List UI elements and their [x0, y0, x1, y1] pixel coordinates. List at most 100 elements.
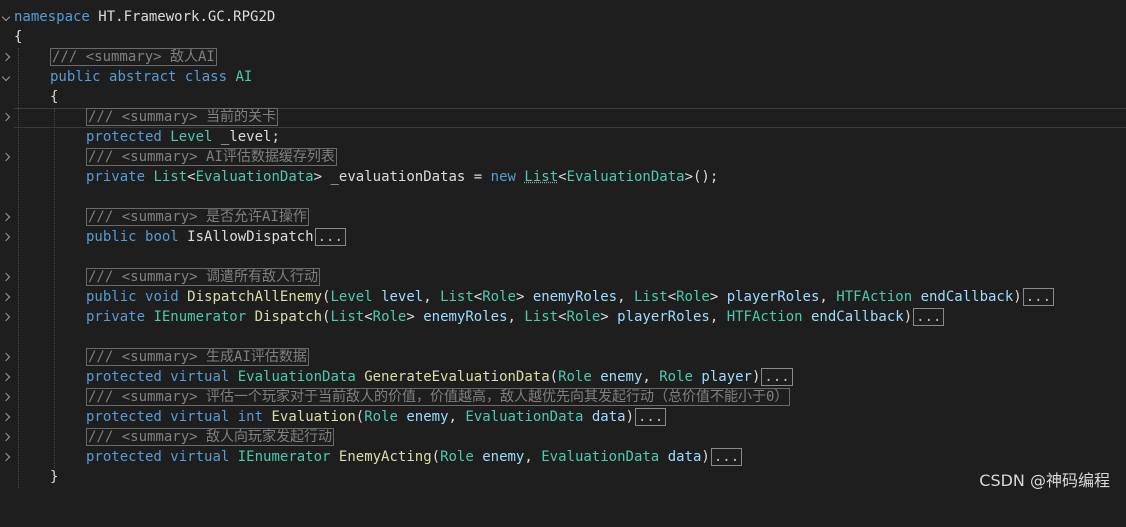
collapsed-block-button[interactable]: ... — [1022, 288, 1055, 306]
punct: > — [313, 169, 323, 185]
keyword: virtual — [170, 409, 230, 425]
fold-expand-icon[interactable] — [0, 267, 12, 287]
type-name: EvaluationData — [195, 169, 314, 185]
method-name: DispatchAllEnemy — [187, 289, 323, 305]
code-line: /// <summary> 评估一个玩家对于当前敌人的价值，价值越高，敌人越优先… — [0, 387, 1126, 407]
fold-expand-icon[interactable] — [0, 207, 12, 227]
type-name: Role — [440, 449, 474, 465]
parameter: enemyRoles — [532, 289, 618, 305]
collapsed-doc-comment[interactable]: /// <summary> 当前的关卡 — [86, 108, 279, 126]
field-name: _evaluationDatas — [330, 169, 466, 185]
keyword: int — [237, 409, 264, 425]
keyword: private — [86, 309, 146, 325]
type-name: Role — [482, 289, 516, 305]
parameter: enemy — [600, 369, 643, 385]
type-name: Level — [330, 289, 373, 305]
type-name: HTFAction — [836, 289, 913, 305]
collapsed-doc-comment[interactable]: /// <summary> 评估一个玩家对于当前敌人的价值，价值越高，敌人越优先… — [86, 388, 791, 406]
code-line: { — [0, 87, 1126, 107]
collapsed-block-button[interactable]: ... — [314, 228, 346, 246]
fold-expand-icon[interactable] — [0, 447, 12, 467]
parameter: playerRoles — [617, 309, 710, 325]
code-line: /// <summary> 敌人AI — [0, 47, 1126, 67]
code-line: public bool IsAllowDispatch... — [0, 227, 1126, 247]
fold-collapse-icon[interactable] — [0, 7, 12, 27]
type-name: List — [330, 309, 365, 325]
code-editor[interactable]: namespace HT.Framework.GC.RPG2D { /// <s… — [0, 0, 1126, 499]
code-line: namespace HT.Framework.GC.RPG2D — [0, 7, 1126, 27]
class-name: AI — [235, 69, 253, 85]
type-name: Role — [372, 309, 407, 325]
code-line: public abstract class AI — [0, 67, 1126, 87]
code-line: public void DispatchAllEnemy(Level level… — [0, 287, 1126, 307]
parameter: data — [591, 409, 626, 425]
fold-expand-icon[interactable] — [0, 387, 12, 407]
method-name: Evaluation — [271, 409, 356, 425]
fold-expand-icon[interactable] — [0, 427, 12, 447]
fold-expand-icon[interactable] — [0, 347, 12, 367]
type-name: HTFAction — [726, 309, 803, 325]
keyword: bool — [145, 229, 179, 245]
keyword: protected — [86, 409, 162, 425]
code-line: /// <summary> AI评估数据缓存列表 — [0, 147, 1126, 167]
code-line: /// <summary> 生成AI评估数据 — [0, 347, 1126, 367]
type-name: List — [633, 289, 668, 305]
collapsed-block-button[interactable]: ... — [710, 448, 743, 466]
keyword: class — [184, 69, 228, 85]
type-name: Role — [558, 369, 592, 385]
fold-collapse-icon[interactable] — [0, 67, 12, 87]
type-name: Role — [659, 369, 693, 385]
brace: } — [50, 469, 59, 485]
type-name: Role — [676, 289, 710, 305]
type-name: IEnumerator — [153, 309, 247, 325]
punct: < — [558, 169, 567, 185]
fold-expand-icon[interactable] — [0, 307, 12, 327]
code-line: protected virtual EvaluationData Generat… — [0, 367, 1126, 387]
keyword: abstract — [109, 69, 177, 85]
code-line: private List< EvaluationData> _evaluation… — [0, 167, 1126, 187]
keyword: virtual — [170, 369, 230, 385]
collapsed-block-button[interactable]: ... — [761, 368, 793, 386]
fold-expand-icon[interactable] — [0, 407, 12, 427]
type-name: List — [524, 169, 559, 185]
code-line: /// <summary> 敌人向玩家发起行动 — [0, 427, 1126, 447]
type-name: EvaluationData — [465, 409, 584, 425]
keyword: public — [50, 69, 101, 85]
code-line: /// <summary> 当前的关卡 — [0, 107, 1126, 127]
fold-expand-icon[interactable] — [0, 147, 12, 167]
keyword: private — [86, 169, 146, 185]
code-line: /// <summary> 调遣所有敌人行动 — [0, 267, 1126, 287]
keyword: public — [86, 229, 137, 245]
fold-expand-icon[interactable] — [0, 47, 12, 67]
collapsed-block-button[interactable]: ... — [635, 408, 667, 426]
collapsed-doc-comment[interactable]: /// <summary> 生成AI评估数据 — [86, 348, 309, 366]
keyword: protected — [86, 129, 162, 145]
parameter: enemy — [482, 449, 525, 465]
collapsed-doc-comment[interactable]: /// <summary> 调遣所有敌人行动 — [86, 268, 321, 286]
type-name: List — [524, 309, 559, 325]
fold-expand-icon[interactable] — [0, 287, 12, 307]
fold-expand-icon[interactable] — [0, 227, 12, 247]
keyword: virtual — [170, 449, 230, 465]
type-name: Role — [566, 309, 601, 325]
collapsed-doc-comment[interactable]: /// <summary> 敌人向玩家发起行动 — [86, 428, 335, 446]
parameter: enemyRoles — [423, 309, 508, 325]
fold-expand-icon[interactable] — [0, 367, 12, 387]
collapsed-doc-comment[interactable]: /// <summary> 是否允许AI操作 — [86, 208, 309, 226]
collapsed-doc-comment[interactable]: /// <summary> 敌人AI — [50, 48, 217, 66]
type-name: Role — [364, 409, 398, 425]
code-line: private IEnumerator Dispatch(List<Role> … — [0, 307, 1126, 327]
property-name: IsAllowDispatch — [187, 229, 314, 245]
code-line: { — [0, 27, 1126, 47]
punct: >(); — [684, 169, 719, 185]
collapsed-block-button[interactable]: ... — [913, 308, 945, 326]
type-name: EvaluationData — [541, 449, 660, 465]
fold-expand-icon[interactable] — [0, 107, 12, 127]
namespace-name: HT.Framework.GC.RPG2D — [98, 9, 276, 25]
parameter: playerRoles — [726, 289, 820, 305]
parameter: player — [701, 369, 752, 385]
parameter: endCallback — [920, 289, 1014, 305]
collapsed-doc-comment[interactable]: /// <summary> AI评估数据缓存列表 — [86, 148, 337, 166]
keyword: protected — [86, 449, 162, 465]
method-name: Dispatch — [254, 309, 323, 325]
